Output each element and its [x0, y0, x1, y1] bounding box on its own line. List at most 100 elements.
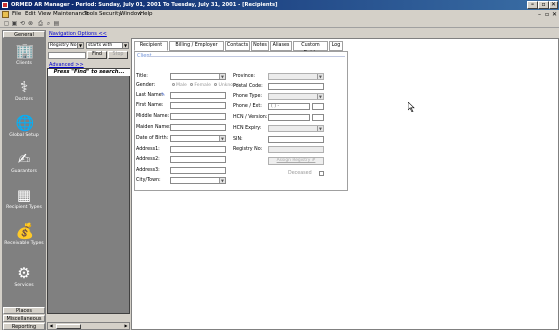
minimize-button[interactable]: – [527, 1, 538, 9]
radio-male[interactable] [172, 83, 175, 86]
menu-edit[interactable]: Edit [25, 10, 36, 19]
phone-field[interactable]: ( ) - [268, 103, 310, 110]
deceased-checkbox[interactable] [319, 171, 324, 176]
chevron-down-icon[interactable]: ▼ [317, 126, 323, 131]
address3-field[interactable] [170, 167, 226, 174]
receivable-types-icon: 💰 [15, 222, 35, 240]
scrollbar-thumb[interactable] [56, 324, 81, 329]
menu-help[interactable]: Help [140, 10, 153, 19]
search-input[interactable] [48, 52, 86, 59]
tab-notes[interactable]: Notes [251, 41, 269, 51]
sidebar-tab-places[interactable]: Places [3, 307, 45, 314]
phone-ext-field[interactable] [312, 103, 324, 110]
sidebar-item-clients[interactable]: 🏢 Clients [3, 40, 45, 76]
title-bar: ORMED AR Manager - Period: Sunday, July … [0, 0, 559, 10]
mdi-minimize-button[interactable]: – [538, 11, 541, 18]
chevron-down-icon[interactable]: ▼ [219, 74, 225, 79]
chevron-down-icon[interactable]: ▼ [317, 74, 323, 79]
menu-security[interactable]: Security [99, 10, 122, 19]
hcn-field[interactable] [268, 114, 310, 121]
sidebar-tab-miscellaneous[interactable]: Miscellaneous [3, 315, 45, 322]
hcn-version-field[interactable] [312, 114, 324, 121]
first-name-field[interactable] [170, 102, 226, 109]
chevron-down-icon[interactable]: ▼ [317, 94, 323, 99]
sidebar-item-services[interactable]: ⚙ Services [3, 262, 45, 298]
label-city-town: City/Town: [136, 178, 161, 183]
sidebar-tab-reporting[interactable]: Reporting [3, 323, 45, 330]
menu-file[interactable]: File [12, 10, 21, 19]
tab-recipient[interactable]: Recipient [134, 41, 168, 51]
new-icon[interactable]: ▢ [3, 20, 10, 27]
outlook-sidebar: General 🏢 Clients ⚕ Doctors 🌐 Global Set… [2, 30, 46, 330]
postal-code-field[interactable] [268, 83, 324, 90]
province-select[interactable]: ▼ [268, 73, 324, 80]
mdi-close-button[interactable]: ✕ [552, 11, 557, 18]
label-middle-name: Middle Name: [136, 114, 170, 119]
document-icon[interactable] [2, 11, 9, 18]
title-select[interactable]: ▼ [170, 73, 226, 80]
label-address3: Address3: [136, 168, 160, 173]
hcn-expiry-field[interactable]: ▼ [268, 125, 324, 132]
match-type-select[interactable]: starts with ▼ [86, 42, 129, 49]
radio-unknown[interactable] [214, 83, 218, 86]
city-town-select[interactable]: ▼ [170, 177, 226, 184]
label-deceased: Deceased [288, 171, 312, 176]
menu-view[interactable]: View [38, 10, 51, 19]
services-icon: ⚙ [17, 264, 31, 282]
chevron-down-icon[interactable]: ▼ [219, 178, 225, 183]
sidebar-item-receivable-types[interactable]: 💰 Receivable Types [3, 220, 45, 262]
assign-registry-button[interactable]: Assign Registry # [268, 157, 324, 165]
find-button[interactable]: Find [87, 51, 107, 59]
mdi-restore-button[interactable]: ▫ [545, 11, 549, 18]
print-icon[interactable]: ⎙ [37, 20, 44, 27]
delete-icon[interactable]: ⊗ [27, 20, 34, 27]
label-title: Title: [136, 74, 148, 79]
label-phone-ext: Phone / Ext: [233, 104, 262, 109]
chevron-down-icon[interactable]: ▼ [77, 43, 83, 48]
clients-icon: 🏢 [15, 42, 35, 60]
sidebar-item-guarantors[interactable]: ✍ Guarantors [3, 148, 45, 184]
scroll-right-icon[interactable]: ▶ [123, 323, 129, 329]
radio-female[interactable] [190, 83, 194, 86]
tab-contacts[interactable]: Contacts [225, 41, 250, 51]
report-icon[interactable]: ▤ [53, 20, 60, 27]
stop-button[interactable]: Stop [108, 51, 128, 59]
sidebar-item-label: Global Setup [9, 133, 39, 138]
menu-window[interactable]: Window [120, 10, 142, 19]
address2-field[interactable] [170, 156, 226, 163]
search-field-select[interactable]: Registry No ▼ [48, 42, 84, 49]
sidebar-item-global-setup[interactable]: 🌐 Global Setup [3, 112, 45, 148]
tab-billing-employer[interactable]: Billing / Employer [169, 41, 224, 51]
last-name-field[interactable] [170, 92, 226, 99]
sidebar-item-recipient-types[interactable]: ▦ Recipient Types [3, 184, 45, 220]
phone-type-select[interactable]: ▼ [268, 93, 324, 100]
middle-name-field[interactable] [170, 113, 226, 120]
results-horizontal-scrollbar[interactable]: ◀ ▶ [47, 322, 130, 330]
label-address2: Address2: [136, 157, 160, 162]
guarantors-icon: ✍ [17, 150, 31, 168]
navigation-options-link[interactable]: Navigation Options << [49, 31, 107, 37]
search-results-list[interactable]: Press "Find" to search... [47, 68, 130, 314]
address1-field[interactable] [170, 146, 226, 153]
search-field-value: Registry No [50, 43, 77, 48]
sidebar-tab-general[interactable]: General [3, 31, 45, 38]
print-preview-icon[interactable]: ⌕ [45, 20, 52, 27]
menu-tools[interactable]: Tools [84, 10, 98, 19]
sidebar-item-doctors[interactable]: ⚕ Doctors [3, 76, 45, 112]
tab-log[interactable]: Log [329, 41, 343, 51]
tab-custom-fields[interactable]: Custom Fields [293, 41, 328, 56]
chevron-down-icon[interactable]: ▼ [122, 43, 128, 48]
date-of-birth-field[interactable]: ▼ [170, 135, 226, 142]
scroll-left-icon[interactable]: ◀ [48, 323, 54, 329]
sin-field[interactable] [268, 136, 324, 143]
gender-radio-group[interactable]: Male Female Unknown [170, 83, 240, 88]
save-icon[interactable]: ▣ [11, 20, 18, 27]
tab-aliases[interactable]: Aliases [270, 41, 292, 51]
sidebar-item-label: Doctors [15, 97, 33, 102]
maiden-name-field[interactable] [170, 124, 226, 131]
registry-no-field[interactable] [268, 146, 324, 153]
refresh-icon[interactable]: ⟲ [19, 20, 26, 27]
chevron-down-icon[interactable]: ▼ [219, 136, 225, 141]
close-button[interactable]: ✕ [549, 1, 558, 9]
maximize-button[interactable]: ▫ [538, 1, 549, 9]
